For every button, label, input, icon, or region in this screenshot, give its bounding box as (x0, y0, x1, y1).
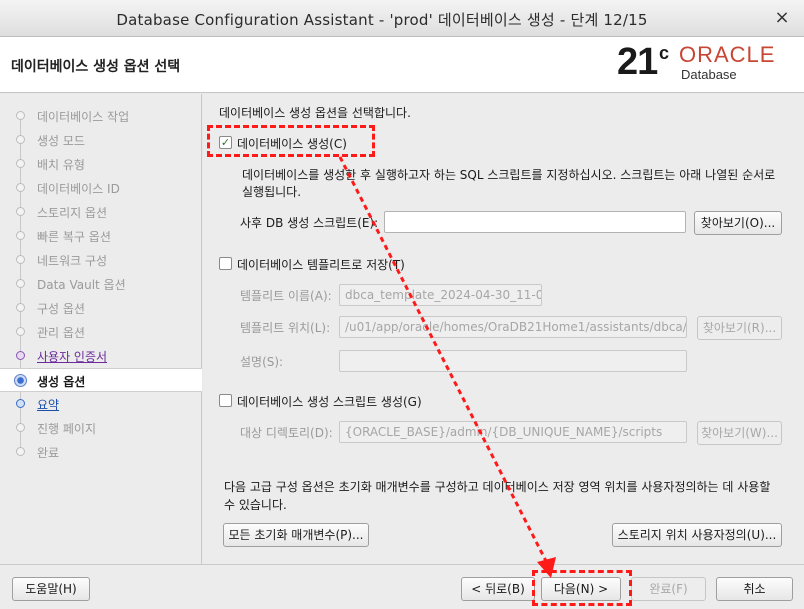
step-dot-icon (16, 183, 25, 192)
logo-oracle-text: ORACLE (679, 42, 776, 67)
step-navigation: 데이터베이스 작업 생성 모드 배치 유형 데이터베이스 ID 스토리지 옵션 … (0, 94, 202, 564)
step-dot-icon (16, 327, 25, 336)
description-input[interactable] (339, 350, 687, 372)
window-title: Database Configuration Assistant - 'prod… (116, 11, 648, 29)
template-location-browse-button[interactable]: 찾아보기(R)... (697, 316, 782, 340)
nav-step-deployment-type: 배치 유형 (0, 152, 202, 176)
nav-step-storage: 스토리지 옵션 (0, 200, 202, 224)
step-dot-icon (16, 159, 25, 168)
script-description-line1: 데이터베이스를 생성한 후 실행하고자 하는 SQL 스크립트를 지정하십시오.… (242, 168, 776, 182)
step-dot-icon (16, 135, 25, 144)
window-titlebar: Database Configuration Assistant - 'prod… (0, 0, 804, 37)
save-template-label[interactable]: 데이터베이스 템플리트로 저장(T) (237, 256, 405, 273)
nav-step-creation-options[interactable]: 생성 옵션 (0, 368, 202, 392)
page-title: 데이터베이스 생성 옵션 선택 (11, 59, 181, 75)
nav-step-creation-mode: 생성 모드 (0, 128, 202, 152)
finish-button[interactable]: 완료(F) (631, 577, 706, 601)
customize-storage-button[interactable]: 스토리지 위치 사용자정의(U)... (612, 523, 782, 547)
nav-step-config-options: 구성 옵션 (0, 296, 202, 320)
nav-step-db-id: 데이터베이스 ID (0, 176, 202, 200)
dest-dir-input[interactable]: {ORACLE_BASE}/admin/{DB_UNIQUE_NAME}/scr… (339, 421, 687, 443)
template-name-label: 템플리트 이름(A): (240, 289, 332, 303)
intro-text: 데이터베이스 생성 옵션을 선택합니다. (219, 106, 411, 120)
logo-version-suffix: c (659, 43, 670, 63)
advanced-text-line2: 수 있습니다. (224, 498, 287, 512)
help-button[interactable]: 도움말(H) (12, 577, 90, 601)
nav-step-data-vault: Data Vault 옵션 (0, 272, 202, 296)
post-script-browse-button[interactable]: 찾아보기(O)... (694, 211, 782, 235)
advanced-text-line1: 다음 고급 구성 옵션은 초기화 매개변수를 구성하고 데이터베이스 저장 영역… (224, 480, 771, 494)
gen-scripts-checkbox[interactable] (219, 394, 232, 407)
description-label: 설명(S): (240, 355, 284, 369)
step-dot-icon (16, 351, 25, 360)
page-header: 데이터베이스 생성 옵션 선택 21 c ORACLE Database (0, 37, 804, 93)
close-icon[interactable]: × (770, 6, 794, 30)
script-description-line2: 실행됩니다. (242, 185, 302, 199)
nav-step-db-operation: 데이터베이스 작업 (0, 104, 202, 128)
nav-step-credentials[interactable]: 사용자 인증서 (0, 344, 202, 368)
nav-step-progress: 진행 페이지 (0, 416, 202, 440)
logo-database-text: Database (681, 67, 737, 82)
nav-step-finish: 완료 (0, 440, 202, 464)
step-dot-icon (16, 207, 25, 216)
create-db-label[interactable]: 데이터베이스 생성(C) (237, 135, 347, 152)
next-button[interactable]: 다음(N) > (541, 577, 621, 601)
step-dot-icon (16, 447, 25, 456)
all-init-params-button[interactable]: 모든 초기화 매개변수(P)... (223, 523, 369, 547)
gen-scripts-label[interactable]: 데이터베이스 생성 스크립트 생성(G) (237, 393, 422, 410)
back-button[interactable]: < 뒤로(B) (461, 577, 535, 601)
step-dot-icon (16, 279, 25, 288)
step-dot-icon (16, 399, 25, 408)
logo-version-number: 21 (617, 41, 658, 83)
nav-step-fast-recovery: 빠른 복구 옵션 (0, 224, 202, 248)
template-location-input[interactable]: /u01/app/oracle/homes/OraDB21Home1/assis… (339, 316, 687, 338)
post-script-input[interactable] (384, 211, 686, 233)
current-step-icon (14, 374, 27, 387)
step-dot-icon (16, 111, 25, 120)
main-panel: 데이터베이스 생성 옵션을 선택합니다. ✓ 데이터베이스 생성(C) 데이터베… (203, 94, 804, 564)
save-template-checkbox[interactable] (219, 257, 232, 270)
cancel-button[interactable]: 취소 (716, 577, 793, 601)
wizard-footer: 도움말(H) < 뒤로(B) 다음(N) > 완료(F) 취소 (0, 564, 804, 609)
dest-dir-browse-button[interactable]: 찾아보기(W)... (697, 421, 782, 445)
step-dot-icon (16, 231, 25, 240)
step-dot-icon (16, 303, 25, 312)
step-dot-icon (16, 255, 25, 264)
post-script-label: 사후 DB 생성 스크립트(E): (240, 216, 379, 230)
nav-step-management: 관리 옵션 (0, 320, 202, 344)
nav-step-network: 네트워크 구성 (0, 248, 202, 272)
create-db-checkbox[interactable]: ✓ (219, 136, 232, 149)
template-location-label: 템플리트 위치(L): (240, 321, 331, 335)
nav-step-summary[interactable]: 요약 (0, 392, 202, 416)
template-name-input[interactable]: dbca_template_2024-04-30_11-02- (339, 284, 542, 306)
step-dot-icon (16, 423, 25, 432)
dest-dir-label: 대상 디렉토리(D): (240, 426, 333, 440)
